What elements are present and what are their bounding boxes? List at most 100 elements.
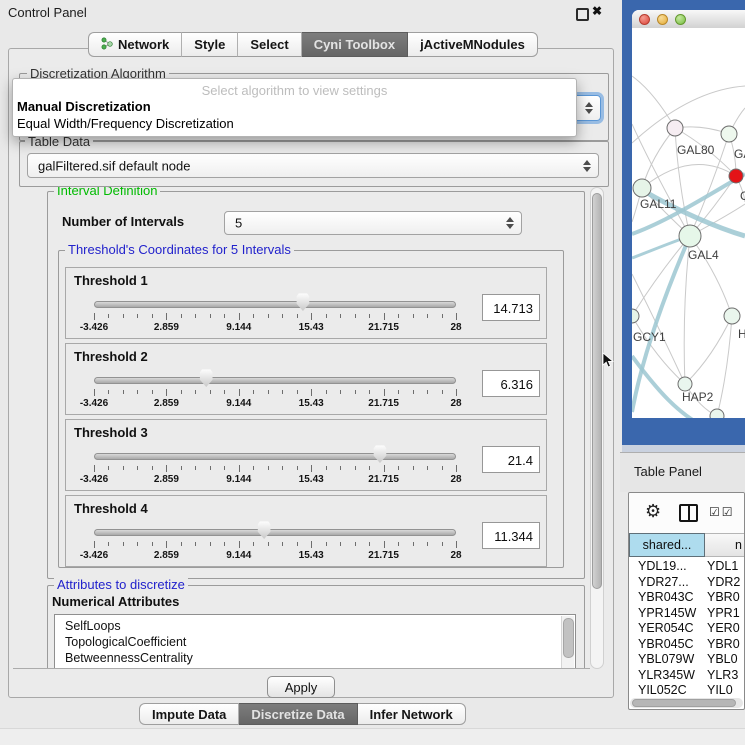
tick-mark bbox=[137, 390, 138, 394]
apply-button[interactable]: Apply bbox=[267, 676, 335, 698]
threshold-slider[interactable]: -3.4262.8599.14415.4321.71528 bbox=[86, 520, 464, 564]
column-header-shared-name[interactable]: shared... bbox=[629, 533, 705, 557]
tick-mark bbox=[123, 466, 124, 470]
algorithm-option-equal-width-frequency-discretization[interactable]: Equal Width/Frequency Discretization bbox=[13, 115, 576, 132]
list-item[interactable]: BetweennessCentrality bbox=[65, 650, 575, 666]
table-h-scrollbar[interactable] bbox=[630, 698, 743, 708]
threshold-slider[interactable]: -3.4262.8599.14415.4321.71528 bbox=[86, 292, 464, 336]
network-node[interactable] bbox=[679, 225, 701, 247]
network-node[interactable] bbox=[710, 409, 724, 418]
tab-network[interactable]: Network bbox=[88, 32, 182, 57]
list-scrollbar[interactable] bbox=[561, 616, 574, 669]
network-node[interactable] bbox=[729, 169, 743, 183]
tick-mark bbox=[442, 466, 443, 470]
close-icon[interactable]: ✖ bbox=[592, 4, 602, 18]
tick-mark bbox=[282, 542, 283, 546]
slider-track[interactable] bbox=[94, 453, 456, 460]
threshold-value-field[interactable]: 6.316 bbox=[482, 370, 540, 397]
threshold-value-field[interactable]: 21.4 bbox=[482, 446, 540, 473]
table-row[interactable]: YPR145WYPR1 bbox=[629, 606, 744, 622]
list-item[interactable]: TopologicalCoefficient bbox=[65, 634, 575, 650]
slider-thumb[interactable] bbox=[295, 293, 310, 311]
threshold-value-field[interactable]: 14.713 bbox=[482, 294, 540, 321]
tick-mark bbox=[384, 541, 385, 548]
tick-mark bbox=[224, 542, 225, 546]
tab-jactivemnodules[interactable]: jActiveMNodules bbox=[408, 32, 538, 57]
slider-thumb[interactable] bbox=[372, 445, 387, 463]
threshold-box: Threshold 3-3.4262.8599.14415.4321.71528… bbox=[65, 419, 547, 491]
tab-discretize-data[interactable]: Discretize Data bbox=[239, 703, 357, 725]
tick-mark bbox=[195, 314, 196, 318]
panel-scrollbar[interactable] bbox=[590, 187, 604, 669]
table-h-scrollbar-thumb[interactable] bbox=[632, 699, 736, 707]
cell-shared-name: YDL19... bbox=[629, 559, 705, 575]
slider-track[interactable] bbox=[94, 377, 456, 384]
table-row[interactable]: YIL052CYIL0 bbox=[629, 683, 744, 697]
table-row[interactable]: YBR043CYBR0 bbox=[629, 590, 744, 606]
threshold-slider[interactable]: -3.4262.8599.14415.4321.71528 bbox=[86, 444, 464, 488]
column-header-name[interactable]: n bbox=[705, 533, 744, 557]
threshold-value-field[interactable]: 11.344 bbox=[482, 522, 540, 549]
table-row[interactable]: YBR045CYBR0 bbox=[629, 637, 744, 653]
checkbox-icons[interactable]: ☑☑ bbox=[709, 505, 735, 519]
network-node[interactable] bbox=[633, 179, 651, 197]
tick-mark bbox=[340, 314, 341, 318]
network-node[interactable] bbox=[678, 377, 692, 391]
tick-mark bbox=[456, 541, 457, 548]
cell-name: YDL1 bbox=[705, 559, 744, 575]
network-node[interactable] bbox=[632, 309, 639, 323]
table-row[interactable]: YDR27...YDR2 bbox=[629, 575, 744, 591]
threshold-label: Threshold 2 bbox=[74, 349, 148, 364]
scale-label: 15.43 bbox=[281, 550, 341, 561]
network-node[interactable] bbox=[721, 126, 737, 142]
minimize-traffic-light-icon[interactable] bbox=[657, 14, 668, 25]
table-row[interactable]: YER054CYER0 bbox=[629, 621, 744, 637]
slider-track[interactable] bbox=[94, 529, 456, 536]
network-window-titlebar[interactable] bbox=[632, 10, 745, 29]
table-row[interactable]: YDL19...YDL1 bbox=[629, 559, 744, 575]
cell-name: YBL0 bbox=[705, 652, 744, 668]
threshold-box: Threshold 2 -3.4262.8599.14415.4321.71528… bbox=[65, 343, 547, 415]
tick-mark bbox=[355, 390, 356, 394]
columns-icon[interactable] bbox=[679, 504, 698, 522]
network-node[interactable] bbox=[724, 308, 740, 324]
tick-mark bbox=[152, 466, 153, 470]
numerical-attributes-label: Numerical Attributes bbox=[52, 594, 179, 609]
table-row[interactable]: YLR345WYLR3 bbox=[629, 668, 744, 684]
tick-mark bbox=[181, 314, 182, 318]
tab-select[interactable]: Select bbox=[238, 32, 301, 57]
tab-style[interactable]: Style bbox=[182, 32, 238, 57]
close-traffic-light-icon[interactable] bbox=[639, 14, 650, 25]
tab-cyni-toolbox[interactable]: Cyni Toolbox bbox=[302, 32, 408, 57]
network-canvas[interactable]: GAL80GACGAL11GAL4GCY1HHAP2 bbox=[632, 28, 745, 418]
table-row[interactable]: YBL079WYBL0 bbox=[629, 652, 744, 668]
slider-thumb[interactable] bbox=[257, 521, 272, 539]
cell-shared-name: YBR043C bbox=[629, 590, 705, 606]
tick-mark bbox=[108, 314, 109, 318]
tab-infer-network[interactable]: Infer Network bbox=[358, 703, 466, 725]
threshold-slider[interactable]: -3.4262.8599.14415.4321.71528 bbox=[86, 368, 464, 412]
tab-impute-data[interactable]: Impute Data bbox=[139, 703, 239, 725]
tick-mark bbox=[123, 390, 124, 394]
float-window-icon[interactable] bbox=[576, 8, 589, 21]
network-window: GAL80GACGAL11GAL4GCY1HHAP2 bbox=[632, 10, 745, 418]
tick-mark bbox=[442, 390, 443, 394]
gear-icon[interactable]: ⚙ bbox=[645, 501, 661, 522]
network-node[interactable] bbox=[667, 120, 683, 136]
slider-thumb[interactable] bbox=[199, 369, 214, 387]
tick-mark bbox=[384, 465, 385, 472]
slider-track[interactable] bbox=[94, 301, 456, 308]
panel-scrollbar-thumb[interactable] bbox=[592, 193, 602, 589]
algorithm-option-manual-discretization[interactable]: Manual Discretization bbox=[13, 98, 576, 115]
tick-mark bbox=[326, 390, 327, 394]
numerical-attributes-list[interactable]: SelfLoopsTopologicalCoefficientBetweenne… bbox=[54, 614, 576, 669]
list-item[interactable]: SelfLoops bbox=[65, 618, 575, 634]
tick-mark bbox=[268, 390, 269, 394]
scale-label: 21.715 bbox=[354, 398, 414, 409]
tick-mark bbox=[166, 465, 167, 472]
tick-mark bbox=[253, 466, 254, 470]
num-intervals-combobox[interactable]: 5 bbox=[224, 211, 522, 235]
table-data-combobox[interactable]: galFiltered.sif default node bbox=[27, 153, 599, 178]
list-scrollbar-thumb[interactable] bbox=[563, 618, 574, 658]
zoom-traffic-light-icon[interactable] bbox=[675, 14, 686, 25]
